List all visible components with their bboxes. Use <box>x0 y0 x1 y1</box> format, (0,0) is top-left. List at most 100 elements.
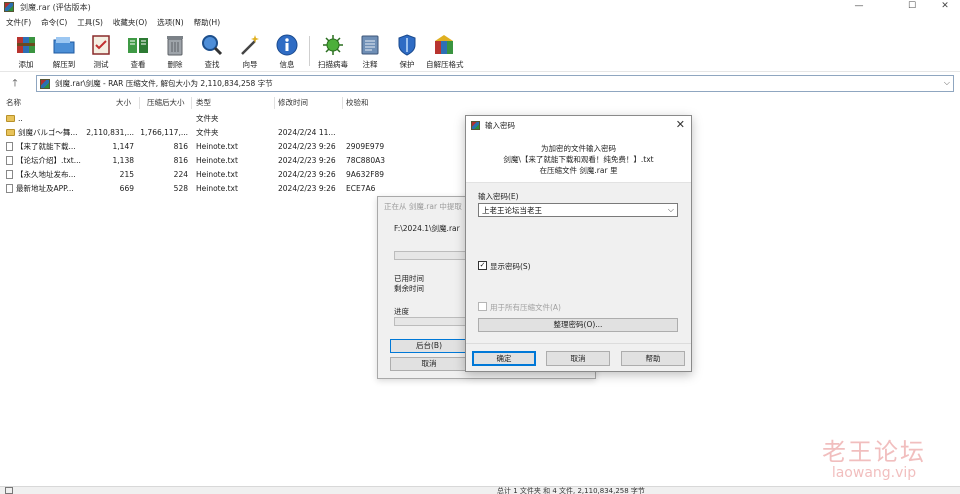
protect-icon <box>398 34 416 56</box>
row-packed: 224 <box>173 170 188 179</box>
extract-to-button[interactable]: 解压到 <box>46 32 82 70</box>
row-modified: 2024/2/24 11... <box>278 128 336 137</box>
column-header-type[interactable]: 类型 <box>196 96 211 110</box>
find-button[interactable]: 查找 <box>194 32 230 70</box>
row-size: 2,110,831,... <box>86 128 134 137</box>
password-dialog-title: 输入密码 <box>485 121 515 130</box>
chevron-down-icon[interactable]: ⌵ <box>944 78 950 88</box>
background-button[interactable]: 后台(B) <box>390 339 468 353</box>
comment-label: 注释 <box>362 60 378 69</box>
sfx-button[interactable]: 自解压格式 <box>426 32 464 70</box>
protect-button[interactable]: 保护 <box>389 32 425 70</box>
toolbar-separator <box>309 36 310 66</box>
wizard-icon <box>241 35 259 55</box>
virus-scan-icon <box>323 35 343 55</box>
row-modified: 2024/2/23 9:26 <box>278 184 336 193</box>
table-row[interactable]: 最新地址及APP... 669 528 Heinote.txt 2024/2/2… <box>0 182 390 196</box>
wizard-label: 向导 <box>242 60 258 69</box>
row-packed: 816 <box>173 156 188 165</box>
virus-scan-button[interactable]: 扫描病毒 <box>315 32 351 70</box>
use-for-all-archives-label: 用于所有压缩文件(A) <box>490 303 561 312</box>
rar-archive-icon <box>40 78 50 89</box>
password-info-archive: 在压缩文件 剑魔.rar 里 <box>539 166 618 175</box>
progress-cancel-button[interactable]: 取消 <box>390 357 468 371</box>
password-input[interactable]: 上老王论坛当老王 ⌵ <box>478 203 678 217</box>
menu-commands[interactable]: 命令(C) <box>41 17 67 28</box>
row-packed: 816 <box>173 142 188 151</box>
column-separator <box>342 97 343 109</box>
menu-favorites[interactable]: 收藏夹(O) <box>113 17 147 28</box>
address-row: 🡑 剑魔.rar\剑魔 - RAR 压缩文件, 解包大小为 2,110,834,… <box>0 74 960 93</box>
test-button[interactable]: 测试 <box>83 32 119 70</box>
password-value: 上老王论坛当老王 <box>482 206 542 215</box>
menu-options[interactable]: 选项(N) <box>157 17 183 28</box>
up-folder-button[interactable]: 🡑 <box>6 76 24 91</box>
organize-passwords-button[interactable]: 整理密码(O)... <box>478 318 678 332</box>
ok-button[interactable]: 确定 <box>472 351 536 366</box>
table-row[interactable]: .. 文件夹 <box>0 112 390 126</box>
progress-label: 进度 <box>394 307 409 316</box>
address-text: 剑魔.rar\剑魔 - RAR 压缩文件, 解包大小为 2,110,834,25… <box>55 79 273 88</box>
column-separator <box>274 97 275 109</box>
extract-to-icon <box>53 37 75 54</box>
dialog-button-bar: 确定 取消 帮助 <box>466 343 691 371</box>
progress-dialog-title: 正在从 剑魔.rar 中提取 <box>384 202 462 211</box>
chevron-down-icon[interactable]: ⌵ <box>668 205 674 215</box>
row-modified: 2024/2/23 9:26 <box>278 170 336 179</box>
password-info-line: 为加密的文件输入密码 <box>541 144 616 153</box>
column-header-packed[interactable]: 压缩后大小 <box>147 96 185 110</box>
row-type: Heinote.txt <box>196 156 238 165</box>
show-password-checkbox[interactable]: ✓ <box>478 261 487 270</box>
test-label: 测试 <box>93 60 109 69</box>
password-dialog-titlebar: 输入密码 ✕ <box>466 116 691 135</box>
add-button[interactable]: 添加 <box>8 32 44 70</box>
table-row[interactable]: 【永久地址发布... 215 224 Heinote.txt 2024/2/23… <box>0 168 390 182</box>
column-separator <box>191 97 192 109</box>
add-label: 添加 <box>18 60 34 69</box>
minimize-button[interactable]: — <box>844 0 874 12</box>
row-type: Heinote.txt <box>196 184 238 193</box>
comment-icon <box>361 35 379 55</box>
delete-label: 删除 <box>167 60 183 69</box>
text-file-icon <box>6 156 13 165</box>
help-button[interactable]: 帮助 <box>621 351 685 366</box>
info-button[interactable]: 信息 <box>269 32 305 70</box>
column-header-size[interactable]: 大小 <box>116 96 131 110</box>
sfx-label: 自解压格式 <box>426 60 464 69</box>
cancel-button[interactable]: 取消 <box>546 351 610 366</box>
watermark-title: 老王论坛 <box>822 438 926 466</box>
address-bar[interactable]: 剑魔.rar\剑魔 - RAR 压缩文件, 解包大小为 2,110,834,25… <box>36 75 954 92</box>
text-file-icon <box>6 170 13 179</box>
table-row[interactable]: 【来了就能下载... 1,147 816 Heinote.txt 2024/2/… <box>0 140 390 154</box>
password-info-file: 剑魔\【来了就能下载和观看！纯免费！】.txt <box>503 155 654 164</box>
status-text: 总计 1 文件夹 和 4 文件, 2,110,834,258 字节 <box>497 487 645 494</box>
table-row[interactable]: 剑魔バルゴ～舞... 2,110,831,... 1,766,117,... 文… <box>0 126 390 140</box>
maximize-button[interactable]: ☐ <box>897 0 927 12</box>
menu-tools[interactable]: 工具(S) <box>77 17 103 28</box>
menu-help[interactable]: 帮助(H) <box>194 17 221 28</box>
use-for-all-archives-checkbox[interactable] <box>478 302 487 311</box>
window-titlebar: 剑魔.rar (评估版本) — ☐ ✕ <box>0 0 960 14</box>
row-crc <box>346 112 390 126</box>
row-packed: 528 <box>173 184 188 193</box>
dialog-close-button[interactable]: ✕ <box>676 118 685 131</box>
column-header-name[interactable]: 名称 <box>6 96 21 110</box>
delete-button[interactable]: 删除 <box>157 32 193 70</box>
row-crc: 9A632F89 <box>346 170 385 179</box>
row-crc: 2909E979 <box>346 142 385 151</box>
menu-file[interactable]: 文件(F) <box>6 17 31 28</box>
column-header-crc[interactable]: 校验和 <box>346 96 369 110</box>
add-archive-icon <box>17 37 35 53</box>
row-name: 剑魔バルゴ～舞... <box>6 126 86 140</box>
row-size <box>86 112 134 126</box>
row-size: 1,138 <box>112 156 134 165</box>
drive-icon <box>5 487 13 494</box>
table-row[interactable]: 【论坛介绍】.txt... 1,138 816 Heinote.txt 2024… <box>0 154 390 168</box>
row-modified: 2024/2/23 9:26 <box>278 156 336 165</box>
column-header-modified[interactable]: 修改时间 <box>278 96 308 110</box>
close-button[interactable]: ✕ <box>930 0 960 12</box>
view-button[interactable]: 查看 <box>120 32 156 70</box>
row-crc: ECE7A6 <box>346 184 376 193</box>
comment-button[interactable]: 注释 <box>352 32 388 70</box>
wizard-button[interactable]: 向导 <box>232 32 268 70</box>
